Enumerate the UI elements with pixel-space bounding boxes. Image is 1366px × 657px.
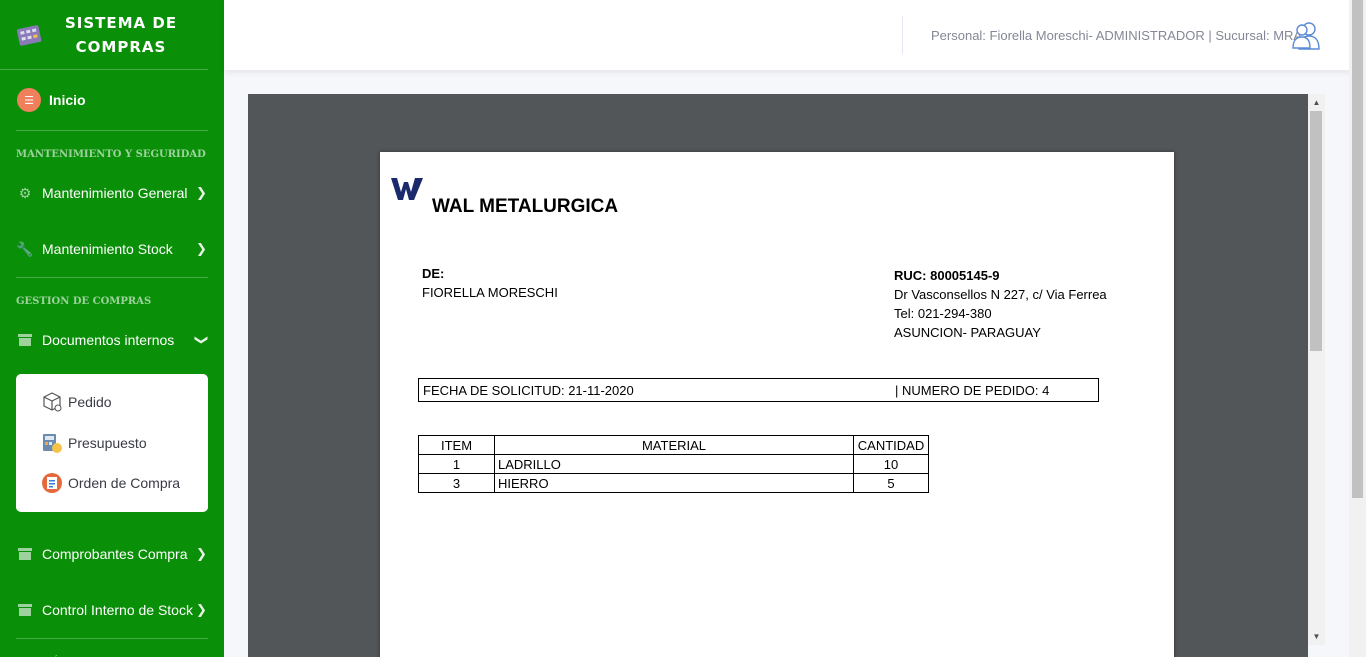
sidebar-item-comprobantes-compra[interactable]: Comprobantes Compra ❯ xyxy=(0,526,224,582)
home-icon: ☰ xyxy=(17,88,41,112)
submenu-item-label: Pedido xyxy=(68,394,112,411)
quantity-cell: 10 xyxy=(853,454,929,474)
package-icon xyxy=(40,390,64,414)
table-row: 1 LADRILLO 10 xyxy=(418,454,929,474)
table-row: 3 HIERRO 5 xyxy=(418,473,929,493)
brand-line-2: COMPRAS xyxy=(75,37,167,56)
request-date: FECHA DE SOLICITUD: 21-11-2020 xyxy=(423,383,634,398)
sidebar-item-label: Control Interno de Stock xyxy=(42,601,193,618)
pdf-scrollbar[interactable]: ▲ ▼ xyxy=(1308,94,1325,645)
quantity-cell: 5 xyxy=(853,473,929,493)
sidebar-item-control-interno-stock[interactable]: Control Interno de Stock ❯ xyxy=(0,582,224,638)
page-scrollbar[interactable] xyxy=(1349,0,1366,657)
scrollbar-thumb[interactable] xyxy=(1310,111,1322,351)
items-table: ITEM MATERIAL CANTIDAD 1 LADRILLO 10 3 H… xyxy=(418,435,929,493)
topbar-divider xyxy=(902,16,903,54)
sidebar-item-label: Mantenimiento Stock xyxy=(42,241,173,257)
section-heading: MANTENIMIENTO Y SEGURIDAD xyxy=(16,149,206,160)
chevron-right-icon: ❯ xyxy=(196,545,207,561)
request-info-box: FECHA DE SOLICITUD: 21-11-2020 | NUMERO … xyxy=(418,378,1099,402)
submenu-item-presupuesto[interactable]: Presupuesto xyxy=(16,423,208,464)
company-address: Dr Vasconsellos N 227, c/ Via Ferrea xyxy=(894,287,1107,302)
topbar: Personal: Fiorella Moreschi- ADMINISTRAD… xyxy=(224,0,1366,70)
pdf-viewer[interactable]: WAL METALURGICA DE: FIORELLA MORESCHI RU… xyxy=(248,94,1308,657)
submenu-item-label: Presupuesto xyxy=(68,434,147,451)
column-header: CANTIDAD xyxy=(853,435,929,455)
from-name: FIORELLA MORESCHI xyxy=(422,285,558,300)
column-header: ITEM xyxy=(418,435,495,455)
chevron-right-icon: ❯ xyxy=(196,241,207,256)
sidebar-item-label: Comprobantes Compra xyxy=(42,545,188,562)
column-header: MATERIAL xyxy=(494,435,854,455)
gear-icon: ⚙ xyxy=(18,184,32,201)
material-cell: HIERRO xyxy=(494,473,854,493)
material-cell: LADRILLO xyxy=(494,454,854,474)
sidebar-item-inicio[interactable]: ☰ Inicio xyxy=(0,70,224,130)
brand-line-1: SISTEMA DE xyxy=(64,13,178,32)
submenu-documentos-internos: Pedido Presupuesto Orden de Compra xyxy=(16,374,208,512)
submenu-item-orden-de-compra[interactable]: Orden de Compra xyxy=(16,463,208,504)
item-cell: 3 xyxy=(418,473,495,493)
brand[interactable]: SISTEMA DE COMPRAS xyxy=(0,0,208,70)
sidebar-item-mantenimiento-general[interactable]: ⚙ Mantenimiento General ❯ xyxy=(0,165,224,221)
from-label: DE: xyxy=(422,266,445,281)
sidebar-item-label: Mantenimiento General xyxy=(42,185,188,201)
section-heading: GESTION DE COMPRAS xyxy=(16,296,152,307)
item-cell: 1 xyxy=(418,454,495,474)
chevron-right-icon: ❯ xyxy=(196,185,207,200)
sidebar-item-label: Inicio xyxy=(49,92,86,108)
chevron-down-icon: ❯ xyxy=(194,334,210,346)
company-logo xyxy=(391,178,423,200)
scroll-up-icon[interactable]: ▲ xyxy=(1308,94,1325,111)
brand-title: SISTEMA DE COMPRAS xyxy=(56,11,186,59)
submenu-item-label: Orden de Compra xyxy=(68,475,181,492)
order-icon xyxy=(40,471,64,495)
company-info: RUC: 80005145-9 Dr Vasconsellos N 227, c… xyxy=(894,266,1107,342)
order-number: | NUMERO DE PEDIDO: 4 xyxy=(895,383,1050,398)
scroll-down-icon[interactable]: ▼ xyxy=(1308,628,1325,645)
sidebar: SISTEMA DE COMPRAS ☰ Inicio MANTENIMIENT… xyxy=(0,0,224,657)
chevron-right-icon: ❯ xyxy=(196,601,207,617)
wrench-icon: 🔧 xyxy=(16,240,34,257)
calculator-icon xyxy=(16,24,42,46)
ruc-number: RUC: 80005145-9 xyxy=(894,268,1000,283)
page-scrollbar-thumb[interactable] xyxy=(1352,0,1363,498)
table-header-row: ITEM MATERIAL CANTIDAD xyxy=(418,435,929,455)
sidebar-item-label: Documentos internos xyxy=(42,332,175,348)
user-avatar-icon[interactable] xyxy=(1290,19,1322,51)
company-name: WAL METALURGICA xyxy=(432,196,619,217)
pdf-page: WAL METALURGICA DE: FIORELLA MORESCHI RU… xyxy=(380,152,1174,657)
sidebar-item-documentos-internos[interactable]: Documentos internos ❯ xyxy=(0,312,224,368)
company-phone: Tel: 021-294-380 xyxy=(894,306,992,321)
table-icon xyxy=(17,602,33,618)
table-icon xyxy=(17,332,33,348)
company-city: ASUNCION- PARAGUAY xyxy=(894,325,1041,340)
user-info[interactable]: Personal: Fiorella Moreschi- ADMINISTRAD… xyxy=(931,28,1302,43)
section-heading: GESTIÓN DE INFORMES xyxy=(0,639,224,657)
sidebar-item-mantenimiento-stock[interactable]: 🔧 Mantenimiento Stock ❯ xyxy=(0,221,224,277)
submenu-item-pedido[interactable]: Pedido xyxy=(16,382,208,423)
table-icon xyxy=(17,546,33,562)
calculator-coin-icon xyxy=(40,431,64,455)
